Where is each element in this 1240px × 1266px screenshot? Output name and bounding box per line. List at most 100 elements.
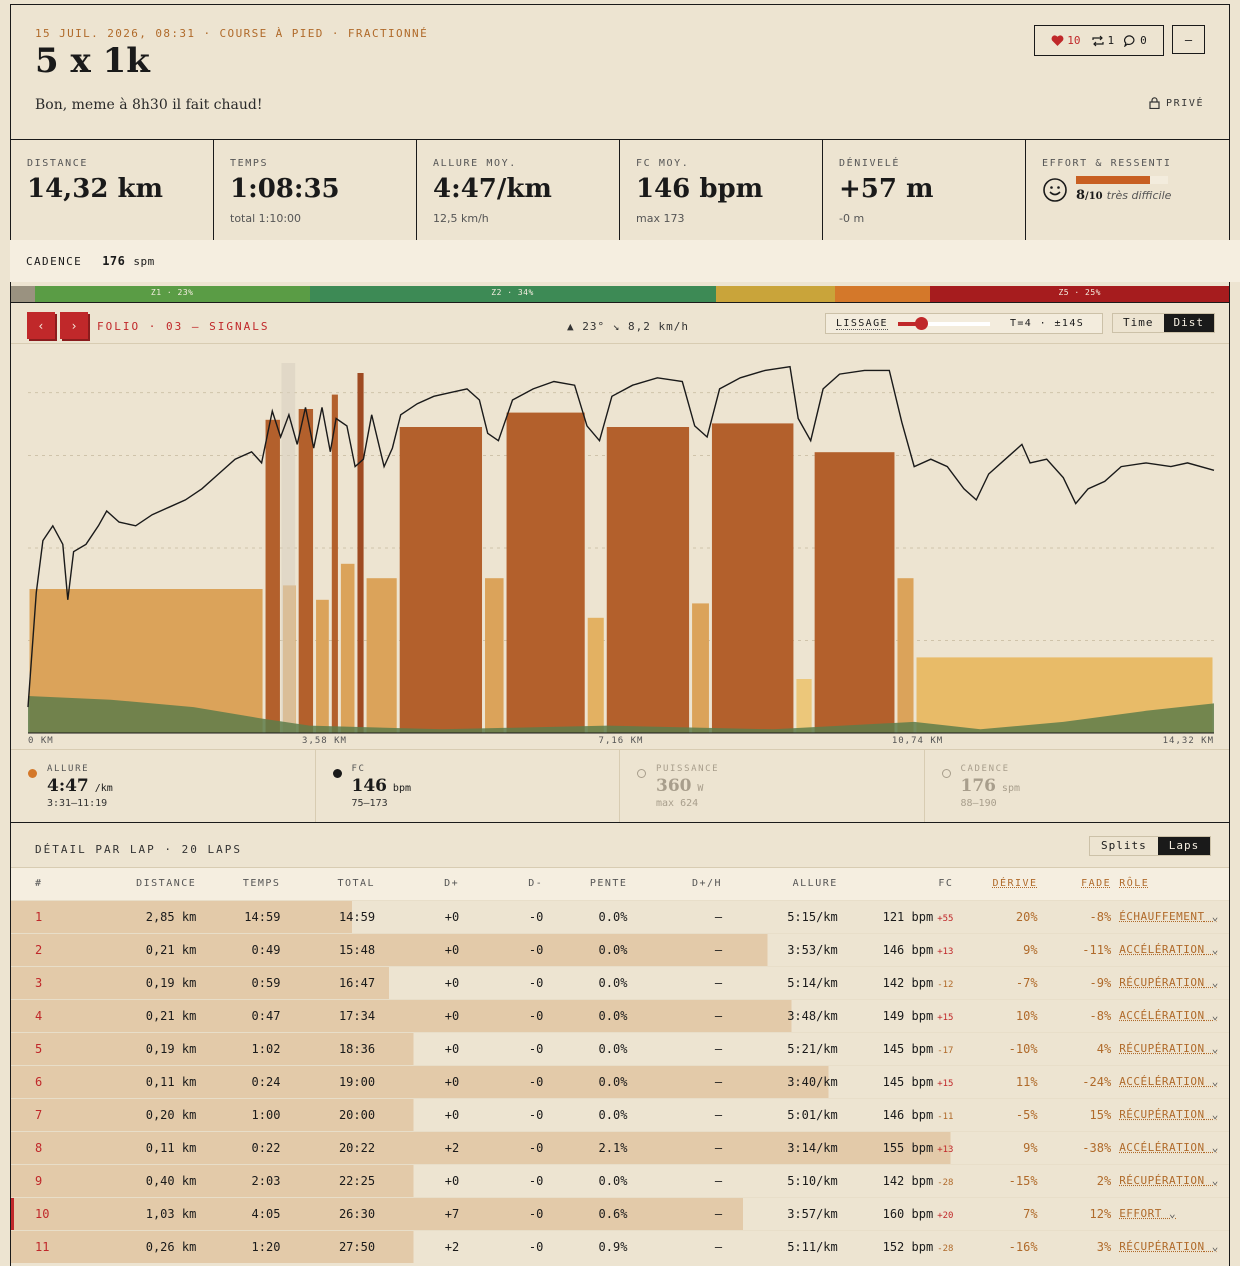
lap-row[interactable]: 2 0,21 km 0:49 15:48 +0 -0 0.0% –3:53/km 146 bpm… (11, 932, 1229, 966)
lap-gain: +0 (379, 1064, 464, 1098)
slider-knob[interactable] (914, 316, 928, 330)
lap-row[interactable]: 5 0,19 km 1:02 18:36 +0 -0 0.0% –5:21/km 145 bpm… (11, 1031, 1229, 1065)
activity-header: 15 JUIL. 2026, 08:31 · COURSE À PIED · F… (11, 5, 1229, 140)
cadence-label: CADENCE (26, 255, 83, 268)
more-menu-button[interactable]: – (1172, 25, 1205, 54)
repost-button[interactable]: 1 (1091, 34, 1114, 47)
lap-role-select[interactable]: RÉCUPÉRATION ⌄ (1115, 1163, 1229, 1197)
laps-header: DÉTAIL PAR LAP · 20 LAPS Splits Laps (11, 824, 1229, 868)
lap-climb-rate: – (631, 1064, 727, 1098)
lap-heart-rate: 146 bpm +13 (841, 932, 958, 966)
stat-value: 146 bpm (636, 174, 764, 204)
lap-loss: -0 (463, 1097, 548, 1131)
lap-row[interactable]: 8 0,11 km 0:22 20:22 +2 -0 2.1% –3:14/km 155 bpm… (11, 1130, 1229, 1164)
lap-gain: +2 (379, 1130, 464, 1164)
lap-row[interactable]: 6 0,11 km 0:24 19:00 +0 -0 0.0% –3:40/km 145 bpm… (11, 1064, 1229, 1098)
lap-pace: 5:10/km (726, 1163, 842, 1197)
chevron-down-icon: ⌄ (1204, 1141, 1219, 1154)
power-dot (637, 769, 646, 778)
metric-power[interactable]: PUISSANCE 360 W max 624 (620, 750, 925, 822)
lap-distance: 0,19 km (74, 1031, 201, 1065)
lap-row[interactable]: 11 0,26 km 1:20 27:50 +2 -0 0.9% –5:11/km 152 bp… (11, 1229, 1229, 1263)
lap-pace: 5:21/km (726, 1031, 842, 1065)
hr-zone-3[interactable] (715, 286, 835, 302)
lap-role-select[interactable]: ACCÉLÉRATION ⌄ (1115, 1064, 1229, 1098)
lap-number: 1 (11, 899, 75, 933)
metric-heart-rate[interactable]: FC 146 bpm 75–173 (316, 750, 620, 822)
stat-effort[interactable]: EFFORT & RESSENTI 8/10 très difficile (1026, 140, 1229, 243)
effort-text: très difficile (1106, 189, 1172, 202)
lap-distance: 0,26 km (74, 1229, 201, 1263)
lap-number: 4 (11, 998, 75, 1032)
lap-drift: 9% (957, 932, 1042, 966)
analysis-section: Z1 · 23% Z2 · 34% Z5 · 25% ‹ › FOLIO · 03 … (10, 286, 1230, 1266)
hover-band (281, 363, 296, 733)
lap-drift: 9% (957, 1130, 1042, 1164)
stat-sub: -0 m (839, 212, 865, 225)
smoothing-slider[interactable] (897, 316, 990, 330)
time-mode-button[interactable]: Time (1113, 314, 1164, 332)
effort-bar (1076, 176, 1168, 184)
laps-title: DÉTAIL PAR LAP · 20 LAPS (35, 843, 242, 856)
lap-role-label: RÉCUPÉRATION (1119, 1042, 1205, 1055)
lap-role-select[interactable]: RÉCUPÉRATION ⌄ (1115, 1031, 1229, 1065)
privacy-badge[interactable]: PRIVÉ (1149, 97, 1204, 109)
lap-role-select[interactable]: ÉCHAUFFEMENT ⌄ (1115, 899, 1229, 933)
effort-scale: /10 (1085, 191, 1103, 202)
metric-value: 146 bpm (352, 776, 411, 796)
lap-row[interactable]: 1 2,85 km 14:59 14:59 +0 -0 0.0% –5:15/km 121 bp… (11, 899, 1229, 933)
lap-role-select[interactable]: RÉCUPÉRATION ⌄ (1115, 1097, 1229, 1131)
hr-zone-1[interactable]: Z1 · 23% (34, 286, 310, 302)
lap-slope: 0.0% (547, 932, 632, 966)
laps-tab[interactable]: Laps (1157, 837, 1211, 855)
chart-svg[interactable]: 0 KM 3,58 KM 7,16 KM 10,74 KM 14,32 KM (11, 345, 1230, 750)
column-header[interactable]: DÉRIVE (957, 868, 1042, 900)
comment-count: 0 (1140, 34, 1147, 47)
lap-row[interactable]: 9 0,40 km 2:03 22:25 +0 -0 0.0% –5:10/km 142 bpm… (11, 1163, 1229, 1197)
stat-value: +57 m (839, 174, 934, 204)
stat-value: 14,32 km (27, 174, 163, 204)
lap-hr-delta: -11 (937, 1111, 954, 1122)
metric-cadence[interactable]: CADENCE 176 spm 88–190 (925, 750, 1230, 822)
lap-hr-value: 146 bpm (882, 942, 934, 957)
lap-row[interactable]: 3 0,19 km 0:59 16:47 +0 -0 0.0% –5:14/km 142 bpm… (11, 965, 1229, 999)
lap-fade: 12% (1041, 1196, 1116, 1230)
hr-zone-2[interactable]: Z2 · 34% (309, 286, 716, 302)
like-button[interactable]: 10 (1051, 34, 1081, 47)
hr-zone-0[interactable] (11, 286, 35, 302)
lap-row[interactable]: 4 0,21 km 0:47 17:34 +0 -0 0.0% –3:48/km 149 bpm… (11, 998, 1229, 1032)
lap-role-select[interactable]: ACCÉLÉRATION ⌄ (1115, 998, 1229, 1032)
lap-hr-delta: -28 (937, 1177, 954, 1188)
lap-fade: 2% (1041, 1163, 1116, 1197)
lap-role-select[interactable]: EFFORT ⌄ (1115, 1196, 1229, 1230)
lap-hr-value: 149 bpm (882, 1008, 934, 1023)
lap-heart-rate: 121 bpm +55 (841, 899, 958, 933)
lap-role-select[interactable]: ACCÉLÉRATION ⌄ (1115, 932, 1229, 966)
lap-slope: 2.1% (547, 1130, 632, 1164)
column-header[interactable]: FADE (1041, 868, 1116, 900)
column-header[interactable]: RÔLE (1115, 868, 1229, 900)
comment-button[interactable]: 0 (1124, 34, 1147, 47)
lap-role-select[interactable]: RÉCUPÉRATION ⌄ (1115, 965, 1229, 999)
next-folio-button[interactable]: › (60, 312, 88, 339)
hr-zone-5[interactable]: Z5 · 25% (930, 286, 1229, 302)
splits-tab[interactable]: Splits (1090, 837, 1158, 855)
stat-label: ALLURE MOY. (433, 158, 517, 169)
lap-loss: -0 (463, 1229, 548, 1263)
lap-row[interactable]: 10 1,03 km 4:05 26:30 +7 -0 0.6% –3:57/km 160 bp… (11, 1196, 1229, 1230)
distance-mode-button[interactable]: Dist (1163, 314, 1214, 332)
pace-bar-15 (711, 423, 794, 733)
lap-role-select[interactable]: ACCÉLÉRATION ⌄ (1115, 1130, 1229, 1164)
metric-range: max 624 (656, 798, 699, 809)
metric-pace[interactable]: ALLURE 4:47 /km 3:31–11:19 (11, 750, 316, 822)
prev-folio-button[interactable]: ‹ (27, 312, 55, 339)
lap-role-select[interactable]: RÉCUPÉRATION ⌄ (1115, 1229, 1229, 1263)
lap-time: 1:20 (200, 1229, 285, 1263)
hr-zone-4[interactable] (834, 286, 931, 302)
lap-row[interactable]: 7 0,20 km 1:00 20:00 +0 -0 0.0% –5:01/km 146 bpm… (11, 1097, 1229, 1131)
stat-sub: total 1:10:00 (230, 212, 302, 225)
stat-heart-rate: FC MOY. 146 bpm max 173 (620, 140, 823, 243)
lap-slope: 0.6% (547, 1196, 632, 1230)
column-header: TEMPS (200, 868, 285, 900)
metric-value-number: 4:47 (47, 776, 89, 796)
